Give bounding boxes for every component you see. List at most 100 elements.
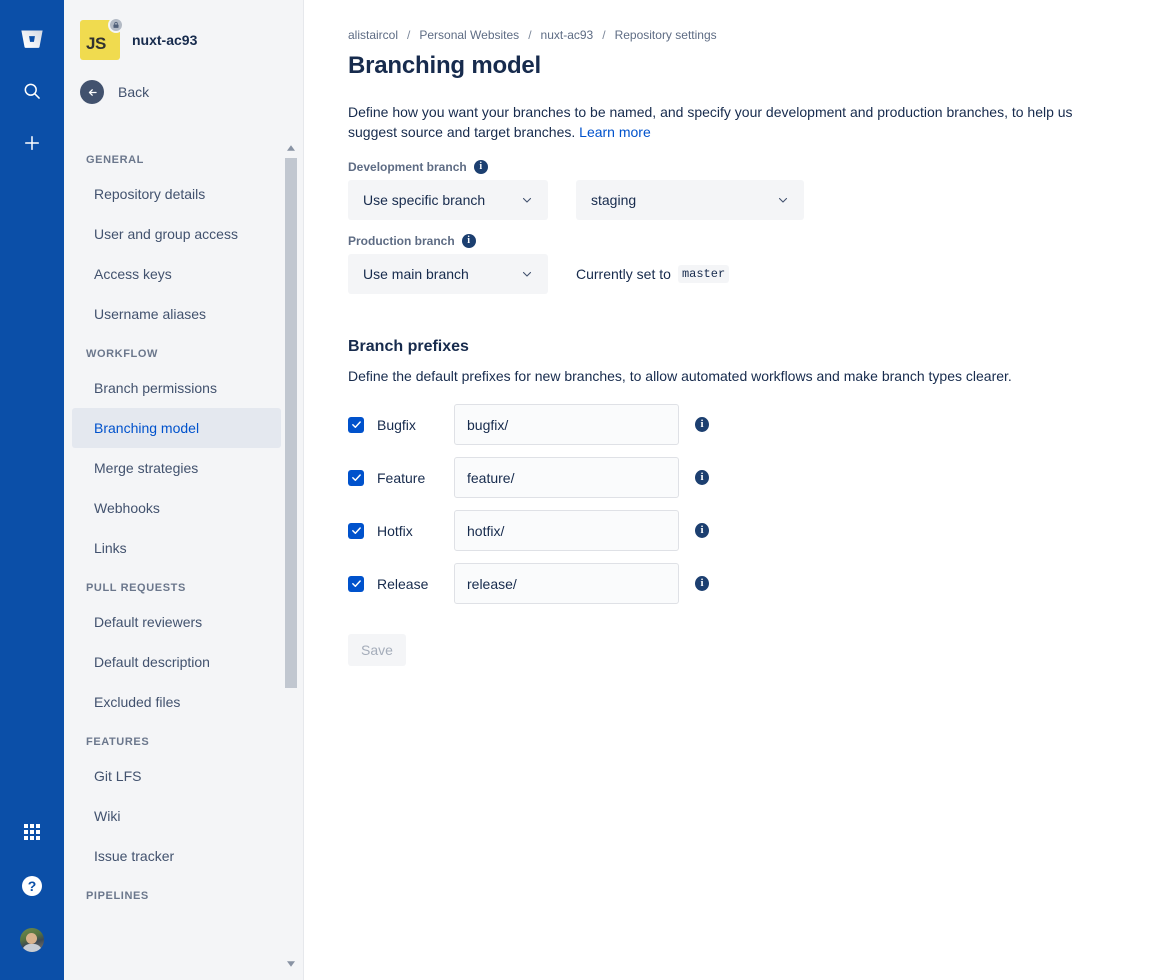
prefix-label-bugfix: Bugfix <box>377 416 416 433</box>
scroll-up-icon[interactable] <box>285 142 297 154</box>
sidebar-item-default-reviewers[interactable]: Default reviewers <box>72 602 281 642</box>
sidebar-item-links[interactable]: Links <box>72 528 281 568</box>
production-branch-row: Use main branch Currently set to master <box>348 254 1113 294</box>
settings-sidebar: JS nuxt-ac93 Back GENERAL Repository deta… <box>64 0 304 980</box>
page-title: Branching model <box>348 52 542 79</box>
avatar-image <box>20 928 44 952</box>
rail-bottom-group: ? <box>0 812 64 960</box>
prefix-checkbox-bugfix[interactable]: Bugfix <box>348 416 454 433</box>
info-icon[interactable]: i <box>695 523 709 538</box>
sidebar-item-git-lfs[interactable]: Git LFS <box>72 756 281 796</box>
production-branch-current: Currently set to master <box>576 265 730 283</box>
sidebar-item-branching-model[interactable]: Branching model <box>72 408 281 448</box>
sidebar-scrollbar[interactable] <box>285 142 297 980</box>
breadcrumb-separator: / <box>528 28 532 42</box>
nav-group-title: PULL REQUESTS <box>86 582 186 594</box>
branch-prefixes-description: Define the default prefixes for new bran… <box>348 368 1012 384</box>
repository-header: JS nuxt-ac93 <box>64 0 303 72</box>
prefix-checkbox-feature[interactable]: Feature <box>348 469 454 486</box>
page-description-text: Define how you want your branches to be … <box>348 104 1073 140</box>
sidebar-item-user-and-group-access[interactable]: User and group access <box>72 214 281 254</box>
sidebar-item-merge-strategies[interactable]: Merge strategies <box>72 448 281 488</box>
back-label: Back <box>118 84 150 100</box>
development-branch-name-select[interactable]: staging <box>576 180 804 220</box>
info-icon[interactable]: i <box>473 160 488 174</box>
learn-more-link[interactable]: Learn more <box>579 124 651 140</box>
repository-avatar-text: JS <box>86 34 106 53</box>
development-branch-label: Development branch i <box>348 160 1113 174</box>
branch-prefix-row: Bugfix i <box>348 404 1113 445</box>
sidebar-item-webhooks[interactable]: Webhooks <box>72 488 281 528</box>
checkbox-checked-icon <box>348 522 364 539</box>
prefix-input-feature[interactable] <box>454 457 679 498</box>
sidebar-item-repository-details[interactable]: Repository details <box>72 174 281 214</box>
sidebar-item-wiki[interactable]: Wiki <box>72 796 281 836</box>
save-button[interactable]: Save <box>348 634 406 666</box>
branch-prefix-row: Hotfix i <box>348 510 1113 551</box>
development-branch-row: Use specific branch staging <box>348 180 1113 220</box>
scrollbar-thumb[interactable] <box>285 158 297 688</box>
current-production-branch: master <box>677 265 730 283</box>
sidebar-item-access-keys[interactable]: Access keys <box>72 254 281 294</box>
prefix-input-hotfix[interactable] <box>454 510 679 551</box>
prefix-input-release[interactable] <box>454 563 679 604</box>
breadcrumb-item[interactable]: alistaircol <box>348 28 398 42</box>
production-branch-mode-select[interactable]: Use main branch <box>348 254 548 294</box>
page-description: Define how you want your branches to be … <box>348 102 1110 142</box>
production-branch-mode-value: Use main branch <box>363 266 469 282</box>
breadcrumb-item[interactable]: Repository settings <box>615 28 717 42</box>
info-icon[interactable]: i <box>695 417 709 432</box>
branch-prefix-list: Bugfix i Feature i Hotfix i Release i <box>348 404 1113 604</box>
checkbox-checked-icon <box>348 469 364 486</box>
plus-icon[interactable] <box>12 123 52 163</box>
checkbox-checked-icon <box>348 416 364 433</box>
sidebar-item-branch-permissions[interactable]: Branch permissions <box>72 368 281 408</box>
scroll-down-icon[interactable] <box>285 958 297 970</box>
breadcrumb-item[interactable]: nuxt-ac93 <box>541 28 594 42</box>
global-nav-rail: ? <box>0 0 64 980</box>
production-branch-label-text: Production branch <box>348 234 455 248</box>
chevron-down-icon <box>522 197 532 203</box>
sidebar-item-default-description[interactable]: Default description <box>72 642 281 682</box>
back-button[interactable]: Back <box>64 72 303 114</box>
prefix-label-release: Release <box>377 575 429 592</box>
breadcrumb: alistaircol / Personal Websites / nuxt-ac93 /… <box>348 28 1113 42</box>
chevron-down-icon <box>522 271 532 277</box>
checkbox-checked-icon <box>348 575 364 592</box>
user-avatar[interactable] <box>12 920 52 960</box>
main-content: alistaircol / Personal Websites / nuxt-ac93 /… <box>304 0 1153 980</box>
breadcrumb-separator: / <box>602 28 606 42</box>
prefix-checkbox-release[interactable]: Release <box>348 575 454 592</box>
prefix-label-hotfix: Hotfix <box>377 522 413 539</box>
lock-icon <box>108 17 124 33</box>
settings-nav-list: GENERAL Repository details User and group … <box>64 140 303 980</box>
nav-group-title: GENERAL <box>86 154 144 166</box>
nav-group-title: WORKFLOW <box>86 348 159 360</box>
bitbucket-logo[interactable] <box>12 19 52 59</box>
breadcrumb-separator: / <box>407 28 411 42</box>
info-icon[interactable]: i <box>461 234 476 248</box>
currently-set-to-label: Currently set to <box>576 266 671 282</box>
repository-avatar: JS <box>80 17 124 60</box>
info-icon[interactable]: i <box>695 576 709 591</box>
prefix-checkbox-hotfix[interactable]: Hotfix <box>348 522 454 539</box>
sidebar-item-username-aliases[interactable]: Username aliases <box>72 294 281 334</box>
development-branch-mode-value: Use specific branch <box>363 192 486 208</box>
repository-name: nuxt-ac93 <box>132 32 198 48</box>
sidebar-item-excluded-files[interactable]: Excluded files <box>72 682 281 722</box>
app-root: ? JS nuxt-ac93 Back GENERAL Repository d… <box>0 0 1153 980</box>
prefix-input-bugfix[interactable] <box>454 404 679 445</box>
app-switcher-icon[interactable] <box>12 812 52 852</box>
production-branch-label: Production branch i <box>348 234 1113 248</box>
sidebar-item-issue-tracker[interactable]: Issue tracker <box>72 836 281 876</box>
help-icon[interactable]: ? <box>12 866 52 906</box>
development-branch-mode-select[interactable]: Use specific branch <box>348 180 548 220</box>
help-glyph: ? <box>22 876 42 896</box>
breadcrumb-item[interactable]: Personal Websites <box>419 28 519 42</box>
branch-prefix-row: Release i <box>348 563 1113 604</box>
search-icon[interactable] <box>12 71 52 111</box>
info-icon[interactable]: i <box>695 470 709 485</box>
rail-top-group <box>12 0 52 163</box>
branch-prefix-row: Feature i <box>348 457 1113 498</box>
development-branch-label-text: Development branch <box>348 160 467 174</box>
